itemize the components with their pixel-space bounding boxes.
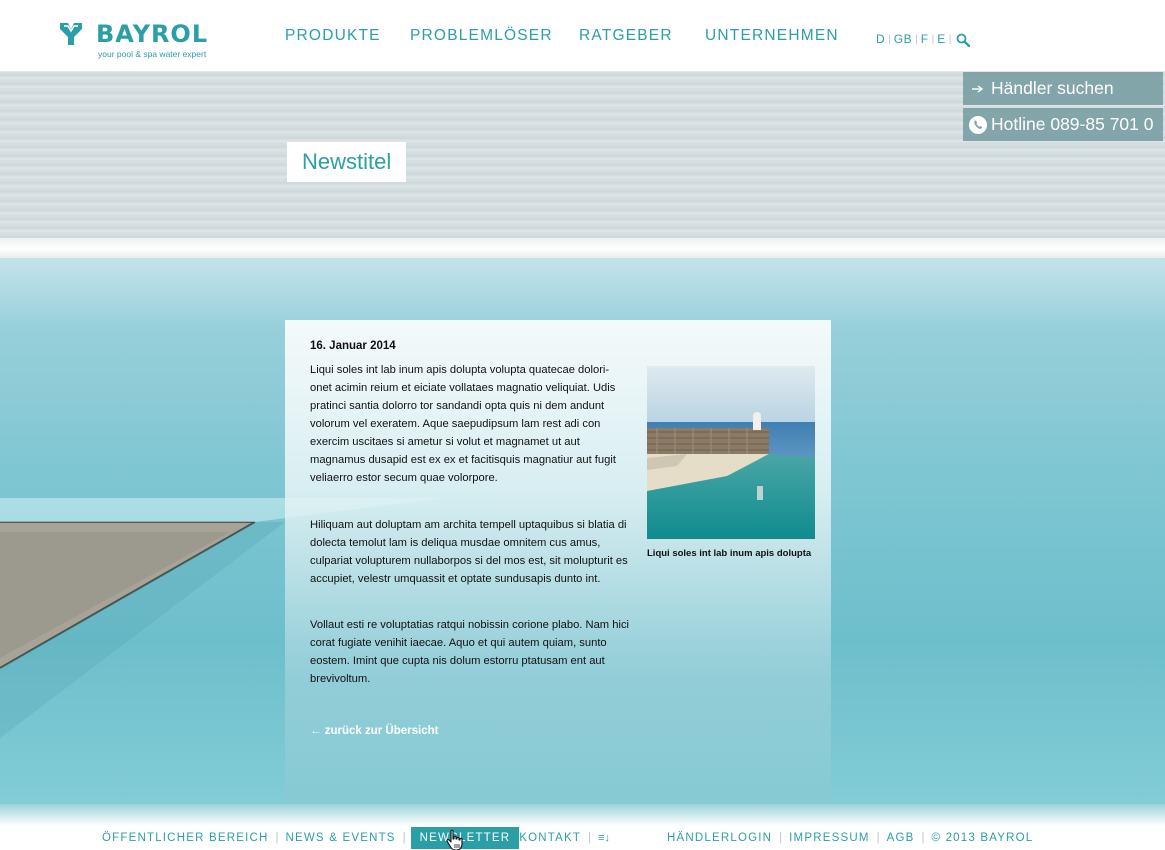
article-paragraph: Liqui soles int lab inum apis dolupta vo… (310, 364, 616, 484)
nav-item-problemloeser[interactable]: PROBLEMLÖSER (410, 27, 579, 45)
page-title: Newstitel (287, 142, 407, 182)
footer-link-contact[interactable]: KONTAKT (519, 832, 581, 844)
lang-separator: | (948, 33, 952, 45)
arrow-right-icon (968, 84, 988, 94)
copyright-text: © 2013 BAYROL (931, 832, 1034, 844)
footer: ÖFFENTLICHER BEREICH | NEWS & EVENTS | N… (0, 826, 1165, 850)
article-paragraph: Vollaut esti re voluptatias ratqui nobis… (310, 619, 630, 685)
footer-link-news-events[interactable]: NEWS & EVENTS (286, 832, 396, 844)
lang-d[interactable]: D (876, 32, 885, 46)
lang-e[interactable]: E (937, 32, 946, 46)
article-paragraph: Hiliquam aut doluptam am archita tempell… (310, 519, 628, 585)
footer-separator: | (876, 832, 880, 844)
sitemap-icon[interactable]: ≡↓ (598, 832, 610, 844)
phone-icon (968, 115, 988, 134)
hand-cursor-icon (446, 829, 463, 850)
footer-nav-right: HÄNDLERLOGIN | IMPRESSUM | AGB | © 2013 … (667, 826, 1033, 850)
logo[interactable]: BAYROL your pool & spa water expert (58, 20, 223, 62)
lang-separator: | (888, 33, 891, 45)
logo-wordmark: BAYROL (96, 20, 209, 48)
footer-separator: | (588, 832, 592, 844)
nav-item-unternehmen[interactable]: UNTERNEHMEN (705, 27, 839, 45)
footer-link-public-area[interactable]: ÖFFENTLICHER BEREICH (102, 832, 269, 844)
lang-separator: | (931, 33, 935, 45)
footer-separator: | (402, 832, 406, 844)
bayrol-logo-icon (60, 23, 82, 45)
footer-separator: | (779, 832, 783, 844)
logo-tagline: your pool & spa water expert (98, 49, 207, 59)
search-icon[interactable] (956, 33, 971, 47)
language-switcher: D | GB | F | E | (876, 32, 971, 47)
hotline-label: Hotline 089-85 701 0 (991, 114, 1154, 134)
hero-banner: Newstitel Händler suchen Hotline 089-85 … (0, 72, 1165, 258)
article-card: 16. Januar 2014 Liqui soles int lab inum… (285, 320, 831, 804)
image-caption: Liqui soles int lab inum apis dolupta (647, 548, 812, 559)
footer-link-dealer-login[interactable]: HÄNDLERLOGIN (667, 832, 772, 844)
back-to-overview-link[interactable]: ← zurück zur Übersicht (310, 725, 438, 737)
dealer-search-label: Händler suchen (991, 78, 1114, 98)
hotline-button[interactable]: Hotline 089-85 701 0 (963, 108, 1163, 141)
article-image (647, 366, 815, 539)
footer-nav-left: ÖFFENTLICHER BEREICH | NEWS & EVENTS | N… (102, 826, 610, 850)
nav-item-produkte[interactable]: PRODUKTE (285, 27, 410, 45)
footer-separator: | (921, 832, 925, 844)
main-nav: PRODUKTE PROBLEMLÖSER RATGEBER UNTERNEHM… (285, 27, 839, 45)
footer-link-agb[interactable]: AGB (887, 832, 915, 844)
article-date: 16. Januar 2014 (310, 340, 396, 352)
lang-separator: | (915, 33, 918, 45)
footer-separator: | (275, 832, 279, 844)
footer-link-imprint[interactable]: IMPRESSUM (789, 832, 869, 844)
lang-f[interactable]: F (921, 32, 929, 46)
nav-item-ratgeber[interactable]: RATGEBER (579, 27, 705, 45)
lang-gb[interactable]: GB (894, 32, 912, 46)
pool-edge (0, 804, 1165, 826)
header: BAYROL your pool & spa water expert PROD… (0, 0, 1165, 72)
dealer-search-button[interactable]: Händler suchen (963, 72, 1163, 105)
